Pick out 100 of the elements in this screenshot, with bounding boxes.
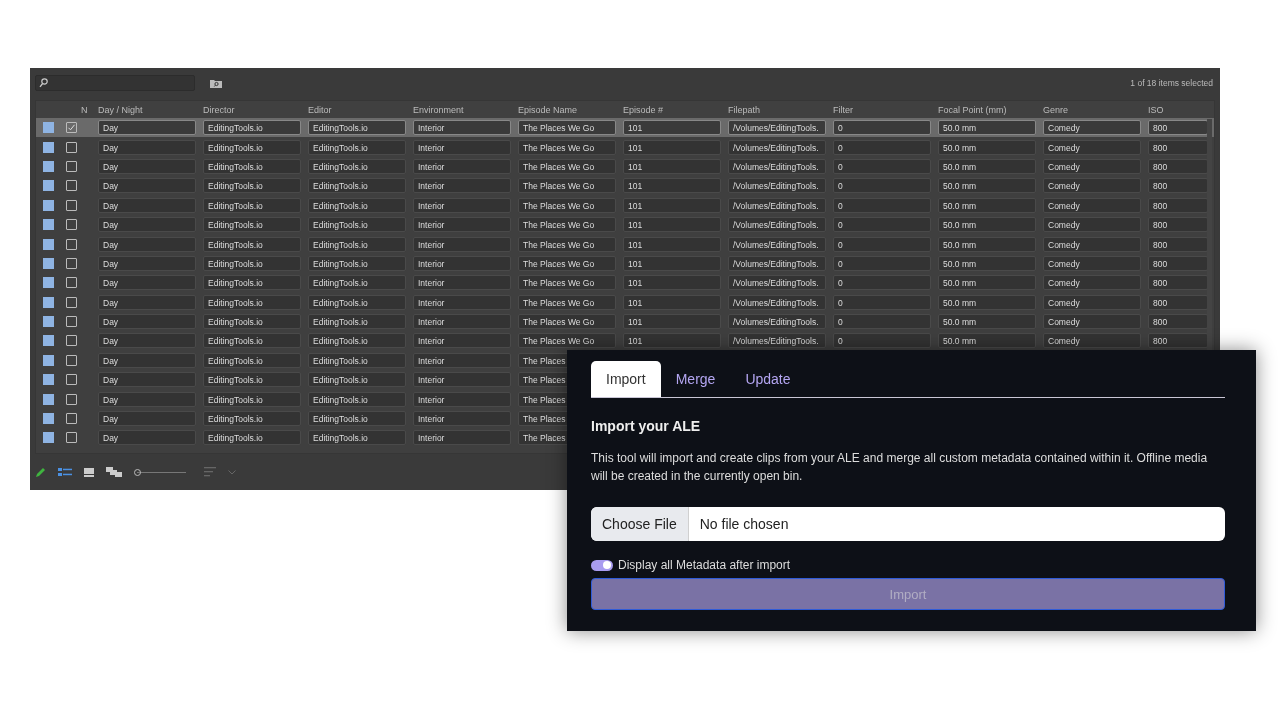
table-cell: EditingTools.io — [308, 139, 406, 155]
table-cell: Day — [98, 333, 196, 349]
table-cell: 0 — [833, 255, 931, 271]
table-cell: EditingTools.io — [203, 333, 301, 349]
table-cell: EditingTools.io — [203, 314, 301, 330]
table-cell: 101 — [623, 197, 721, 213]
table-cell: Comedy — [1043, 158, 1141, 174]
table-cell: 800 — [1148, 158, 1208, 174]
table-cell: Day — [98, 372, 196, 388]
table-cell: The Places We Go — [518, 197, 616, 213]
table-cell: Interior — [413, 372, 511, 388]
table-cell: Interior — [413, 217, 511, 233]
table-cell: 0 — [833, 294, 931, 310]
selection-status: 1 of 18 items selected — [1130, 78, 1213, 88]
table-cell: 800 — [1148, 217, 1208, 233]
table-cell: 101 — [623, 236, 721, 252]
table-cell: Comedy — [1043, 314, 1141, 330]
table-cell: 0 — [833, 158, 931, 174]
table-cell: 50.0 mm — [938, 314, 1036, 330]
description-text: This tool will import and create clips from your ALE and merge all custom metadata contained within it. Offline media will be created in the currently open bin. — [591, 450, 1209, 485]
table-cell: 800 — [1148, 333, 1208, 349]
table-cell: /Volumes/EditingTools. — [728, 275, 826, 291]
table-cell: EditingTools.io — [203, 372, 301, 388]
table-cell: Interior — [413, 158, 511, 174]
table-cell: 0 — [833, 217, 931, 233]
table-cell: 0 — [833, 275, 931, 291]
table-cell: The Places We Go — [518, 120, 616, 136]
table-cell: EditingTools.io — [308, 197, 406, 213]
table-cell: The Places We Go — [518, 236, 616, 252]
table-cell: /Volumes/EditingTools. — [728, 333, 826, 349]
table-cell: Interior — [413, 430, 511, 446]
table-cell: Interior — [413, 255, 511, 271]
table-cell: EditingTools.io — [308, 411, 406, 427]
table-cell: EditingTools.io — [203, 236, 301, 252]
table-cell: EditingTools.io — [203, 139, 301, 155]
table-cell: Interior — [413, 352, 511, 368]
table-cell: Comedy — [1043, 236, 1141, 252]
table-cell: Day — [98, 255, 196, 271]
table-cell: /Volumes/EditingTools. — [728, 236, 826, 252]
table-cell: EditingTools.io — [203, 178, 301, 194]
table-cell: EditingTools.io — [308, 430, 406, 446]
table-cell: EditingTools.io — [308, 352, 406, 368]
table-cell: /Volumes/EditingTools. — [728, 158, 826, 174]
table-cell: The Places We Go — [518, 294, 616, 310]
table-cell: EditingTools.io — [203, 411, 301, 427]
table-cell: Interior — [413, 314, 511, 330]
table-cell: 0 — [833, 333, 931, 349]
table-cell: The Places We Go — [518, 314, 616, 330]
table-cell: Day — [98, 411, 196, 427]
table-cell: 800 — [1148, 120, 1208, 136]
table-cell: 101 — [623, 158, 721, 174]
table-cell: Interior — [413, 120, 511, 136]
table-cell: EditingTools.io — [308, 275, 406, 291]
table-cell: Comedy — [1043, 275, 1141, 291]
table-cell: 50.0 mm — [938, 217, 1036, 233]
table-cell: 101 — [623, 294, 721, 310]
table-cell: EditingTools.io — [203, 391, 301, 407]
table-cell: Day — [98, 197, 196, 213]
table-cell: Day — [98, 352, 196, 368]
table-cell: 50.0 mm — [938, 178, 1036, 194]
table-cell: 800 — [1148, 236, 1208, 252]
table-cell: Comedy — [1043, 255, 1141, 271]
table-cell: EditingTools.io — [308, 217, 406, 233]
table-cell: 101 — [623, 178, 721, 194]
table-cell: Comedy — [1043, 120, 1141, 136]
table-cell: Day — [98, 314, 196, 330]
table-cell: /Volumes/EditingTools. — [728, 217, 826, 233]
table-cell: /Volumes/EditingTools. — [728, 314, 826, 330]
table-cell: EditingTools.io — [203, 158, 301, 174]
table-cell: EditingTools.io — [203, 197, 301, 213]
table-cell: /Volumes/EditingTools. — [728, 294, 826, 310]
table-cell: Day — [98, 120, 196, 136]
table-cell: EditingTools.io — [308, 314, 406, 330]
table-cell: Interior — [413, 178, 511, 194]
table-cell: 101 — [623, 139, 721, 155]
table-cell: EditingTools.io — [203, 275, 301, 291]
table-cell: Comedy — [1043, 217, 1141, 233]
table-cell: The Places We Go — [518, 139, 616, 155]
table-cell: 800 — [1148, 139, 1208, 155]
table-cell: Day — [98, 178, 196, 194]
table-cell: 50.0 mm — [938, 255, 1036, 271]
table-cell: Comedy — [1043, 333, 1141, 349]
table-cell: 50.0 mm — [938, 197, 1036, 213]
table-cell: 50.0 mm — [938, 294, 1036, 310]
table-cell: EditingTools.io — [308, 120, 406, 136]
table-cell: Day — [98, 158, 196, 174]
table-cell: Comedy — [1043, 294, 1141, 310]
table-cell: Interior — [413, 411, 511, 427]
table-cell: 0 — [833, 197, 931, 213]
table-cell: 0 — [833, 236, 931, 252]
table-cell: 0 — [833, 120, 931, 136]
table-cell: Day — [98, 275, 196, 291]
table-cell: 800 — [1148, 178, 1208, 194]
table-cell: EditingTools.io — [308, 178, 406, 194]
table-cell: 50.0 mm — [938, 275, 1036, 291]
table-cell: /Volumes/EditingTools. — [728, 120, 826, 136]
table-cell: The Places We Go — [518, 255, 616, 271]
table-cell: 0 — [833, 178, 931, 194]
table-cell: /Volumes/EditingTools. — [728, 255, 826, 271]
table-cell: EditingTools.io — [308, 391, 406, 407]
